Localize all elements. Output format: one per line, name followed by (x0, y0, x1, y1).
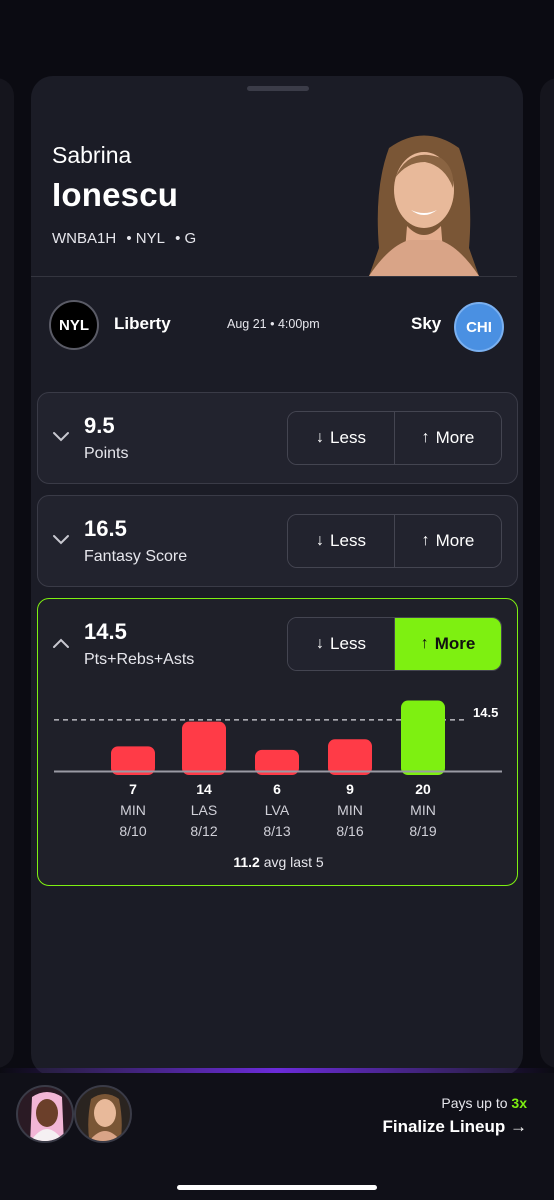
chevron-up-icon[interactable] (52, 637, 70, 649)
finalize-lineup-button[interactable]: Finalize Lineup → (382, 1117, 527, 1137)
more-label: More (435, 428, 475, 447)
bar-opponent-label: MIN (337, 802, 363, 818)
bar-date-label: 8/10 (119, 823, 147, 839)
payout-text: Pays up to 3x (441, 1095, 527, 1111)
lineup-footer: Pays up to 3x Finalize Lineup → (0, 1073, 554, 1200)
more-button[interactable]: ↑ More (394, 618, 501, 670)
pick-buttons: ↓ Less ↑ More (287, 411, 502, 465)
bar-label: 6 LVA 8/13 (247, 779, 307, 842)
drag-handle[interactable] (247, 86, 309, 91)
threshold-label: 14.5 (473, 705, 499, 720)
more-label: More (434, 634, 476, 653)
next-card[interactable] (540, 78, 554, 1068)
bar-opponent-label: LAS (190, 802, 218, 818)
player-last-name: Ionescu (52, 176, 179, 213)
payout-multiplier: 3x (511, 1095, 527, 1111)
lineup-avatar-2[interactable] (74, 1085, 132, 1143)
more-button[interactable]: ↑ More (394, 515, 501, 567)
prop-card-points[interactable]: 9.5 Points ↓ Less ↑ More (37, 392, 518, 484)
more-label: More (435, 531, 475, 550)
payout-prefix: Pays up to (441, 1095, 512, 1111)
home-team-abbr: NYL (59, 316, 89, 334)
chart-bar[interactable] (401, 700, 445, 775)
bar-chart (54, 700, 502, 775)
league-label: WNBA1H (52, 230, 117, 247)
less-button[interactable]: ↓ Less (288, 515, 394, 567)
bar-date-label: 8/16 (336, 823, 364, 839)
arrow-up-icon: ↑ (421, 429, 430, 446)
prev-card[interactable] (0, 78, 14, 1068)
prop-card-pra[interactable]: 14.5 Pts+Rebs+Asts ↓ Less ↑ More 14.5 7 MIN… (37, 598, 518, 886)
chevron-down-icon[interactable] (52, 534, 70, 546)
bar-value-label: 6 (273, 781, 281, 797)
prop-line: 14.5 (84, 619, 127, 644)
arrow-up-icon: ↑ (421, 532, 430, 549)
average-label: avg last 5 (263, 854, 324, 870)
prop-stat: Fantasy Score (84, 548, 188, 565)
bar-label: 20 MIN 8/19 (393, 779, 453, 842)
recent-games-chart: 14.5 7 MIN 8/10 14 LAS 8/12 6 LVA 8/13 9 MIN 8/16 20… (38, 689, 519, 839)
less-label: Less (330, 634, 366, 653)
bar-label: 7 MIN 8/10 (103, 779, 163, 842)
lineup-avatar-1[interactable] (16, 1085, 74, 1143)
chart-bar[interactable] (182, 721, 226, 775)
pick-buttons: ↓ Less ↑ More (287, 617, 502, 671)
chart-bar[interactable] (328, 739, 372, 775)
less-button[interactable]: ↓ Less (288, 412, 394, 464)
arrow-down-icon: ↓ (316, 635, 325, 652)
bar-opponent-label: MIN (120, 802, 146, 818)
arrow-up-icon: ↑ (420, 635, 429, 652)
bar-value-label: 14 (196, 781, 212, 797)
position-label: • G (175, 230, 197, 247)
bar-label: 9 MIN 8/16 (320, 779, 380, 842)
player-meta: WNBA1H • NYL • G (52, 230, 202, 247)
home-team-name: Liberty (114, 314, 171, 333)
pick-buttons: ↓ Less ↑ More (287, 514, 502, 568)
prop-line: 16.5 (84, 516, 127, 541)
home-team-logo: NYL (49, 300, 99, 350)
bar-label: 14 LAS 8/12 (174, 779, 234, 842)
less-label: Less (330, 428, 366, 447)
more-button[interactable]: ↑ More (394, 412, 501, 464)
prop-line: 9.5 (84, 413, 115, 438)
prop-card-fantasy[interactable]: 16.5 Fantasy Score ↓ Less ↑ More (37, 495, 518, 587)
game-time: Aug 21 • 4:00pm (227, 317, 320, 331)
player-first-name: Sabrina (52, 142, 132, 168)
player-sheet: Sabrina Ionescu WNBA1H • NYL • G NYL Lib… (31, 76, 523, 1076)
header-divider (31, 276, 517, 277)
chevron-down-icon[interactable] (52, 431, 70, 443)
home-indicator[interactable] (177, 1185, 377, 1190)
average-summary: 11.2 avg last 5 (38, 854, 519, 870)
bar-value-label: 20 (415, 781, 431, 797)
away-team-abbr: CHI (466, 318, 492, 336)
prop-stat: Points (84, 445, 129, 462)
player-headshot (349, 128, 499, 276)
bar-date-label: 8/12 (190, 823, 218, 839)
arrow-down-icon: ↓ (316, 429, 325, 446)
bar-value-label: 9 (346, 781, 354, 797)
bar-date-label: 8/19 (409, 823, 437, 839)
bar-date-label: 8/13 (263, 823, 291, 839)
less-button[interactable]: ↓ Less (288, 618, 394, 670)
average-value: 11.2 (233, 854, 260, 870)
away-team-logo: CHI (454, 302, 504, 352)
arrow-down-icon: ↓ (316, 532, 325, 549)
bar-opponent-label: LVA (264, 802, 290, 818)
team-label: • NYL (126, 230, 165, 247)
bar-opponent-label: MIN (410, 802, 436, 818)
prop-stat: Pts+Rebs+Asts (84, 651, 195, 668)
less-label: Less (330, 531, 366, 550)
bar-value-label: 7 (129, 781, 137, 797)
away-team-name: Sky (411, 314, 442, 333)
